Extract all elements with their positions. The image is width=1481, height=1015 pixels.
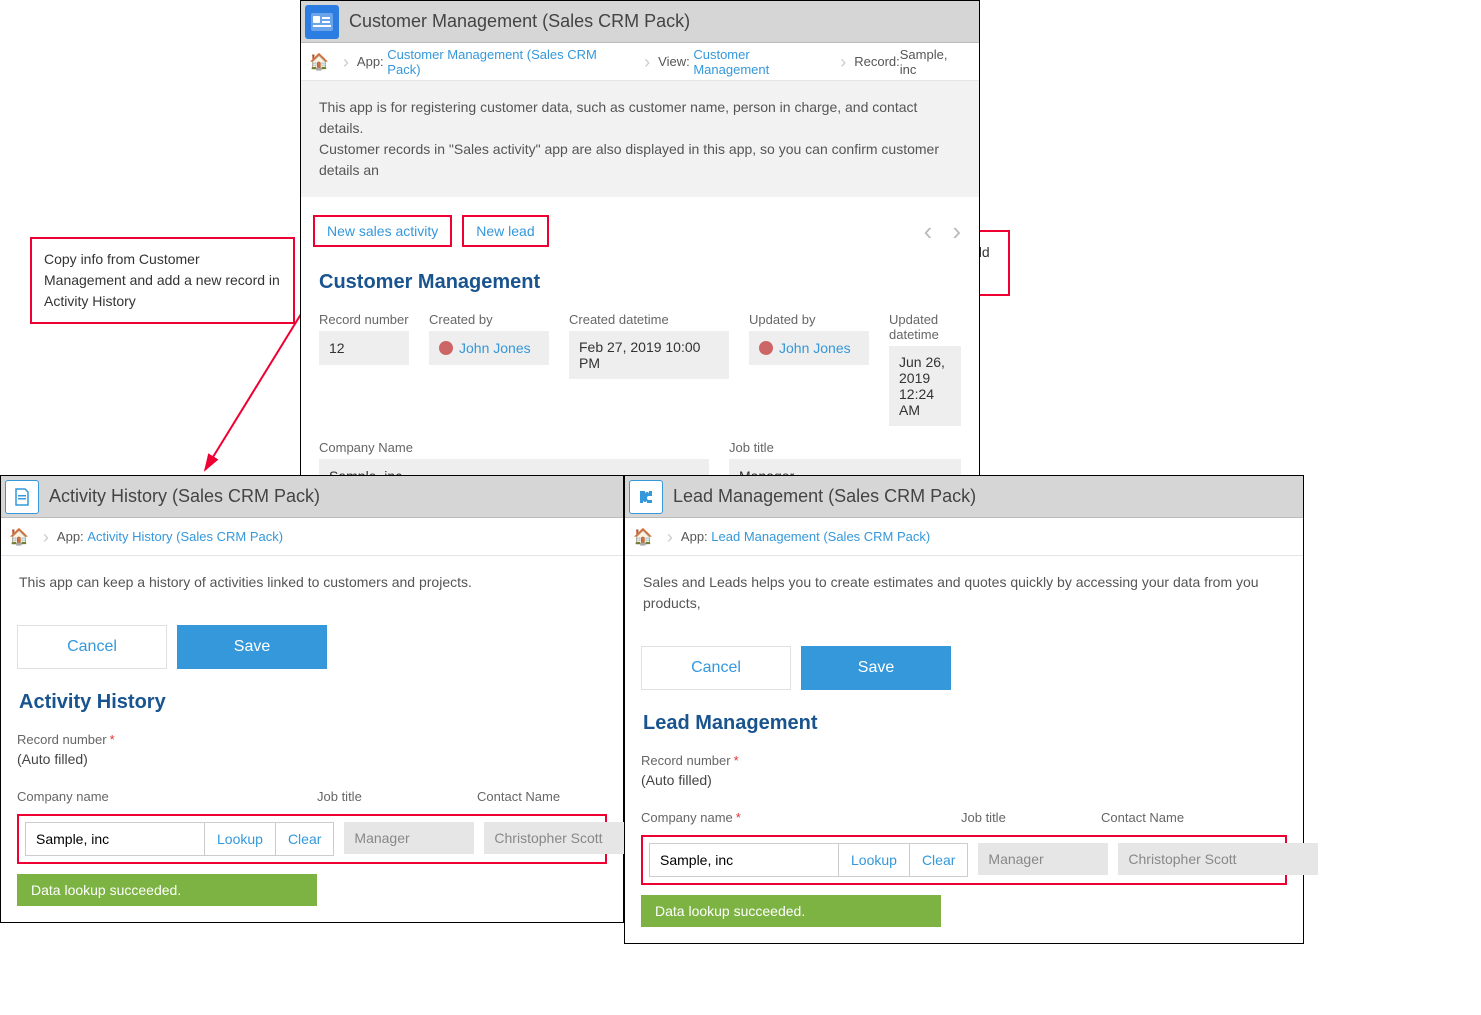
app-icon-document: [5, 480, 39, 514]
val-contact: Christopher Scott: [484, 822, 634, 854]
lbl-updated-dt: Updated datetime: [889, 312, 961, 342]
lbl-record-number: Record number*: [641, 753, 1287, 768]
lbl-contact: Contact Name: [477, 789, 560, 804]
section-title: Customer Management: [301, 265, 979, 304]
bc-record: Sample, inc: [900, 47, 967, 77]
avatar-icon: [759, 341, 773, 355]
button-row-left: Cancel Save: [1, 609, 623, 685]
bc-app-link[interactable]: Customer Management (Sales CRM Pack): [387, 47, 632, 77]
val-contact: Christopher Scott: [1118, 843, 1318, 875]
lbl-created-by: Created by: [429, 312, 549, 327]
callout-activity: Copy info from Customer Management and a…: [30, 237, 295, 324]
breadcrumb-left: 🏠 › App: Activity History (Sales CRM Pack…: [1, 518, 623, 556]
app-title-left: Activity History (Sales CRM Pack): [49, 486, 320, 507]
new-lead-button[interactable]: New lead: [462, 215, 548, 247]
lookup-button[interactable]: Lookup: [838, 843, 910, 877]
lbl-updated-by: Updated by: [749, 312, 869, 327]
save-button[interactable]: Save: [177, 625, 327, 669]
bc-app-link[interactable]: Activity History (Sales CRM Pack): [87, 529, 283, 544]
chevron-right-icon: ›: [667, 528, 673, 546]
form-block-left: Record number* (Auto filled) Company nam…: [1, 732, 623, 922]
lookup-area-right: Lookup Clear Manager Christopher Scott: [641, 835, 1287, 885]
created-by-user-link[interactable]: John Jones: [459, 340, 531, 356]
form-block-right: Record number* (Auto filled) Company nam…: [625, 753, 1303, 943]
section-title-right: Lead Management: [625, 706, 1303, 745]
lbl-company: Company name*: [641, 810, 921, 825]
lbl-record-number: Record number*: [17, 732, 607, 747]
titlebar-left: Activity History (Sales CRM Pack): [1, 476, 623, 518]
app-description-right: Sales and Leads helps you to create esti…: [625, 556, 1303, 630]
new-sales-activity-button[interactable]: New sales activity: [313, 215, 452, 247]
updated-by-user-link[interactable]: John Jones: [779, 340, 851, 356]
auto-filled-text: (Auto filled): [17, 751, 607, 767]
avatar-icon: [439, 341, 453, 355]
desc-line1: This app is for registering customer dat…: [319, 97, 961, 139]
home-icon[interactable]: 🏠: [9, 527, 29, 547]
app-description: This app is for registering customer dat…: [301, 81, 979, 197]
titlebar-top: Customer Management (Sales CRM Pack): [301, 1, 979, 43]
breadcrumb-right: 🏠 › App: Lead Management (Sales CRM Pack): [625, 518, 1303, 556]
clear-button[interactable]: Clear: [275, 822, 334, 856]
val-record-number: 12: [319, 331, 409, 365]
home-icon[interactable]: 🏠: [633, 527, 653, 547]
bc-app-link[interactable]: Lead Management (Sales CRM Pack): [711, 529, 930, 544]
auto-filled-text: (Auto filled): [641, 772, 1287, 788]
panel-activity-history: Activity History (Sales CRM Pack) 🏠 › App…: [0, 475, 624, 923]
lbl-record-number: Record number: [319, 312, 409, 327]
lbl-contact: Contact Name: [1101, 810, 1184, 825]
lbl-job-title: Job title: [729, 440, 961, 455]
app-title-right: Lead Management (Sales CRM Pack): [673, 486, 976, 507]
chevron-right-icon: ›: [343, 53, 349, 71]
bc-view-prefix: View:: [658, 54, 690, 69]
app-icon-puzzle: [629, 480, 663, 514]
val-created-dt: Feb 27, 2019 10:00 PM: [569, 331, 729, 379]
company-lookup-input[interactable]: [649, 843, 839, 877]
lookup-success-message: Data lookup succeeded.: [641, 895, 941, 927]
lbl-job-title: Job title: [317, 789, 437, 804]
val-created-by: John Jones: [429, 331, 549, 365]
bc-app-prefix: App:: [681, 529, 708, 544]
chevron-right-icon: ›: [644, 53, 650, 71]
section-title-left: Activity History: [1, 685, 623, 724]
prev-record-icon[interactable]: ‹: [924, 216, 933, 247]
save-button[interactable]: Save: [801, 646, 951, 690]
clear-button[interactable]: Clear: [909, 843, 968, 877]
lookup-button[interactable]: Lookup: [204, 822, 276, 856]
cancel-button[interactable]: Cancel: [641, 646, 791, 690]
bc-record-prefix: Record:: [854, 54, 900, 69]
val-job-title: Manager: [344, 822, 474, 854]
cancel-button[interactable]: Cancel: [17, 625, 167, 669]
lbl-company: Company Name: [319, 440, 709, 455]
home-icon[interactable]: 🏠: [309, 52, 329, 72]
desc-line2: Customer records in "Sales activity" app…: [319, 139, 961, 181]
action-row: New sales activity New lead ‹ ›: [301, 197, 979, 265]
val-updated-by: John Jones: [749, 331, 869, 365]
bc-app-prefix: App:: [57, 529, 84, 544]
titlebar-right: Lead Management (Sales CRM Pack): [625, 476, 1303, 518]
lookup-success-message: Data lookup succeeded.: [17, 874, 317, 906]
app-icon-id-card: [305, 5, 339, 39]
lookup-area-left: Lookup Clear Manager Christopher Scott: [17, 814, 607, 864]
chevron-right-icon: ›: [43, 528, 49, 546]
company-lookup-input[interactable]: [25, 822, 205, 856]
val-updated-dt: Jun 26, 2019 12:24 AM: [889, 346, 961, 426]
chevron-right-icon: ›: [840, 53, 846, 71]
bc-view-link[interactable]: Customer Management: [693, 47, 828, 77]
next-record-icon[interactable]: ›: [952, 216, 961, 247]
button-row-right: Cancel Save: [625, 630, 1303, 706]
bc-app-prefix: App:: [357, 54, 384, 69]
app-title: Customer Management (Sales CRM Pack): [349, 11, 690, 32]
val-job-title: Manager: [978, 843, 1108, 875]
app-description-left: This app can keep a history of activitie…: [1, 556, 623, 609]
panel-lead-management: Lead Management (Sales CRM Pack) 🏠 › App:…: [624, 475, 1304, 944]
lbl-created-dt: Created datetime: [569, 312, 729, 327]
breadcrumb-top: 🏠 › App: Customer Management (Sales CRM P…: [301, 43, 979, 81]
lbl-company: Company name: [17, 789, 277, 804]
lbl-job-title: Job title: [961, 810, 1061, 825]
